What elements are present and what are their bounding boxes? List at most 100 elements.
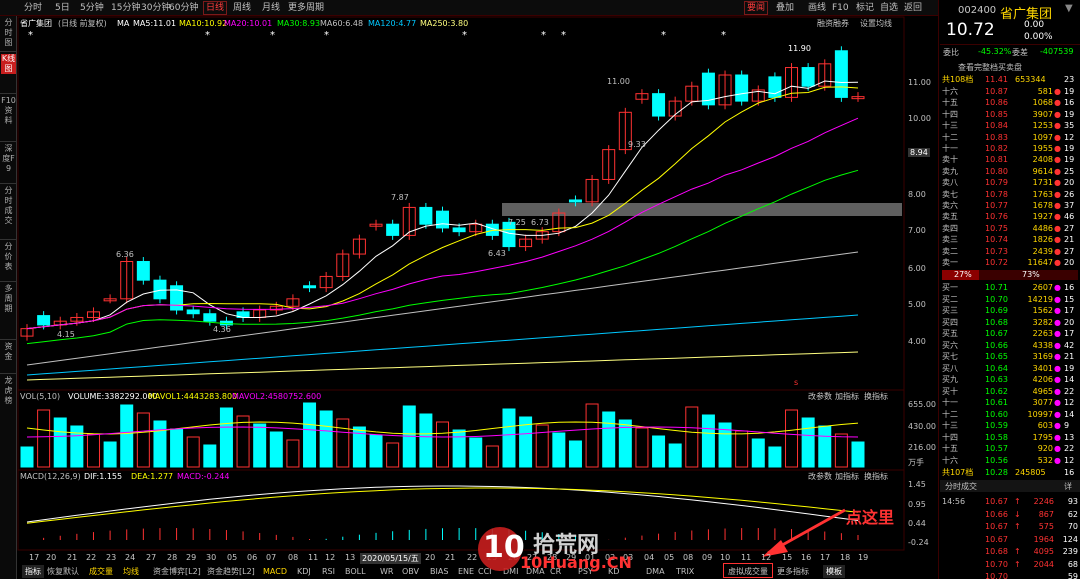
indicator-tab-21[interactable]: TRIX bbox=[676, 565, 694, 578]
watermark-logo-number: 10 bbox=[483, 530, 525, 565]
indicator-tab-4[interactable]: 资金博弈[L2] bbox=[153, 565, 201, 578]
sell-row[interactable]: 十四 10.85 3907 ● 19 bbox=[942, 109, 1080, 120]
buy-row[interactable]: 十三 10.59 603 ● 9 bbox=[942, 420, 1080, 431]
sell-row[interactable]: 卖一 10.72 11647 ● 20 bbox=[942, 257, 1080, 268]
star-icon: * bbox=[28, 30, 33, 41]
indicator-tab-6[interactable]: MACD bbox=[263, 565, 287, 578]
resistance-band bbox=[502, 203, 902, 216]
vol-swap-indicator-button[interactable]: 换指标 bbox=[864, 391, 888, 402]
indicator-tab-24[interactable]: 模板 bbox=[823, 565, 845, 578]
stock-price: 10.72 bbox=[946, 20, 995, 40]
macd-swap-indicator-button[interactable]: 换指标 bbox=[864, 471, 888, 482]
x-axis-tick: 19 bbox=[858, 553, 869, 562]
trade-row: 10.68 ↑ 4095 239 bbox=[985, 547, 1078, 556]
buy-row[interactable]: 买九 10.63 4206 ● 14 bbox=[942, 374, 1080, 385]
sell-row[interactable]: 十六 10.87 581 ● 19 bbox=[942, 86, 1080, 97]
indicator-tab-7[interactable]: KDJ bbox=[297, 565, 311, 578]
indicator-tab-5[interactable]: 资金趋势[L2] bbox=[207, 565, 255, 578]
buy-row[interactable]: 十二 10.60 10997 ● 14 bbox=[942, 409, 1080, 420]
buy-row[interactable]: 十五 10.57 920 ● 22 bbox=[942, 443, 1080, 454]
weibi-label: 委比 bbox=[943, 48, 959, 57]
indicator-tab-10[interactable]: WR bbox=[380, 565, 393, 578]
indicator-tab-8[interactable]: RSI bbox=[322, 565, 335, 578]
macd-change-param-button[interactable]: 改参数 bbox=[808, 471, 832, 482]
star-icon: * bbox=[721, 30, 726, 41]
buy-row[interactable]: 十一 10.61 3077 ● 12 bbox=[942, 397, 1080, 408]
indicator-tab-23[interactable]: 更多指标 bbox=[777, 565, 809, 578]
indicator-tab-0[interactable]: 指标 bbox=[22, 565, 44, 578]
y-axis-label: 7.00 bbox=[908, 226, 926, 235]
vol-change-param-button[interactable]: 改参数 bbox=[808, 391, 832, 402]
y-axis-label: 5.00 bbox=[908, 300, 926, 309]
x-axis-tick: 18 bbox=[840, 553, 851, 562]
indicator-tab-1[interactable]: 恢复默认 bbox=[47, 565, 79, 578]
trades-detail-button[interactable]: 详 bbox=[1064, 481, 1072, 492]
indicator-tab-20[interactable]: DMA bbox=[646, 565, 665, 578]
indicator-tab-12[interactable]: BIAS bbox=[430, 565, 448, 578]
sell-row[interactable]: 十一 10.82 1955 ● 19 bbox=[942, 143, 1080, 154]
vol-add-indicator-button[interactable]: 加指标 bbox=[835, 391, 859, 402]
orderbook-total-sell: 共108档 11.41 653344 23 bbox=[942, 75, 1075, 84]
indicator-tab-13[interactable]: ENE bbox=[458, 565, 474, 578]
buy-row[interactable]: 十六 10.56 532 ● 12 bbox=[942, 455, 1080, 466]
kline-chart[interactable]: * * * * * * * * * bbox=[0, 0, 938, 579]
sell-row[interactable]: 十三 10.84 1253 ● 35 bbox=[942, 120, 1080, 131]
sell-row[interactable]: 卖六 10.77 1678 ● 37 bbox=[942, 200, 1080, 211]
marker-s: s bbox=[794, 378, 799, 387]
sell-row[interactable]: 卖二 10.73 2439 ● 27 bbox=[942, 246, 1080, 257]
buy-row[interactable]: 买二 10.70 14219 ● 15 bbox=[942, 294, 1080, 305]
trade-row: 10.67 1964 124 bbox=[985, 534, 1078, 544]
mavol1-value: MAVOL1:4443283.800 bbox=[148, 392, 238, 401]
volume-bar bbox=[419, 413, 433, 468]
price-label-436: 4.36 bbox=[213, 325, 231, 334]
x-axis-tick: 17 bbox=[29, 553, 40, 562]
star-icon: * bbox=[205, 30, 210, 41]
buy-row[interactable]: 买八 10.64 3401 ● 19 bbox=[942, 363, 1080, 374]
watermark-url: 10Huang.CN bbox=[520, 553, 632, 572]
view-full-orderbook-link[interactable]: 查看完整档买卖盘 bbox=[958, 62, 1022, 73]
volume-bar bbox=[652, 435, 666, 468]
sell-row[interactable]: 卖十 10.81 2408 ● 19 bbox=[942, 154, 1080, 165]
buy-row[interactable]: 十四 10.58 1795 ● 13 bbox=[942, 432, 1080, 443]
volume-bar bbox=[602, 411, 616, 468]
price-label-673: 6.73 bbox=[531, 218, 549, 227]
candle-body bbox=[452, 227, 466, 233]
y-axis-label: 8.00 bbox=[908, 190, 926, 199]
sell-row[interactable]: 卖五 10.76 1927 ● 46 bbox=[942, 211, 1080, 222]
macd-add-indicator-button[interactable]: 加指标 bbox=[835, 471, 859, 482]
buy-row[interactable]: 买三 10.69 1562 ● 17 bbox=[942, 305, 1080, 316]
volume-bar bbox=[269, 431, 283, 468]
buy-row[interactable]: 买六 10.66 4338 ● 42 bbox=[942, 340, 1080, 351]
indicator-tab-9[interactable]: BOLL bbox=[345, 565, 366, 578]
volume-bar bbox=[53, 417, 67, 468]
price-label-725: 7.25 bbox=[508, 218, 526, 227]
buy-row[interactable]: 买七 10.65 3169 ● 21 bbox=[942, 351, 1080, 362]
indicator-tab-11[interactable]: OBV bbox=[402, 565, 419, 578]
indicator-tab-3[interactable]: 均线 bbox=[123, 565, 139, 578]
sell-row[interactable]: 卖九 10.80 9614 ● 25 bbox=[942, 166, 1080, 177]
sell-row[interactable]: 十五 10.86 1068 ● 16 bbox=[942, 97, 1080, 108]
indicator-tab-2[interactable]: 成交量 bbox=[89, 565, 113, 578]
sell-row[interactable]: 十二 10.83 1097 ● 12 bbox=[942, 132, 1080, 143]
candle-body bbox=[801, 67, 815, 87]
vol-title: VOL(5,10) bbox=[20, 392, 61, 401]
buy-row[interactable]: 买十 10.62 4965 ● 22 bbox=[942, 386, 1080, 397]
y-axis-label: 4.00 bbox=[908, 337, 926, 346]
buy-row[interactable]: 买四 10.68 3282 ● 20 bbox=[942, 317, 1080, 328]
x-axis-tick: 17 bbox=[820, 553, 831, 562]
sell-row[interactable]: 卖四 10.75 4486 ● 27 bbox=[942, 223, 1080, 234]
scroll-down-icon[interactable]: ▼ bbox=[1065, 3, 1073, 14]
price-label-high: 11.90 bbox=[788, 44, 811, 53]
candle-body bbox=[303, 285, 317, 289]
volume-bar bbox=[751, 438, 765, 468]
sell-row[interactable]: 卖七 10.78 1763 ● 26 bbox=[942, 189, 1080, 200]
ratio-bar: 27% 73% bbox=[942, 270, 1078, 280]
buy-row[interactable]: 买一 10.71 2607 ● 16 bbox=[942, 282, 1080, 293]
x-axis-tick: 12 bbox=[761, 553, 772, 562]
volume-bar bbox=[86, 433, 100, 468]
volume-bar bbox=[768, 446, 782, 468]
buy-row[interactable]: 买五 10.67 2263 ● 17 bbox=[942, 328, 1080, 339]
ratio-right: 73% bbox=[1022, 270, 1040, 279]
sell-row[interactable]: 卖三 10.74 1826 ● 21 bbox=[942, 234, 1080, 245]
sell-row[interactable]: 卖八 10.79 1731 ● 20 bbox=[942, 177, 1080, 188]
